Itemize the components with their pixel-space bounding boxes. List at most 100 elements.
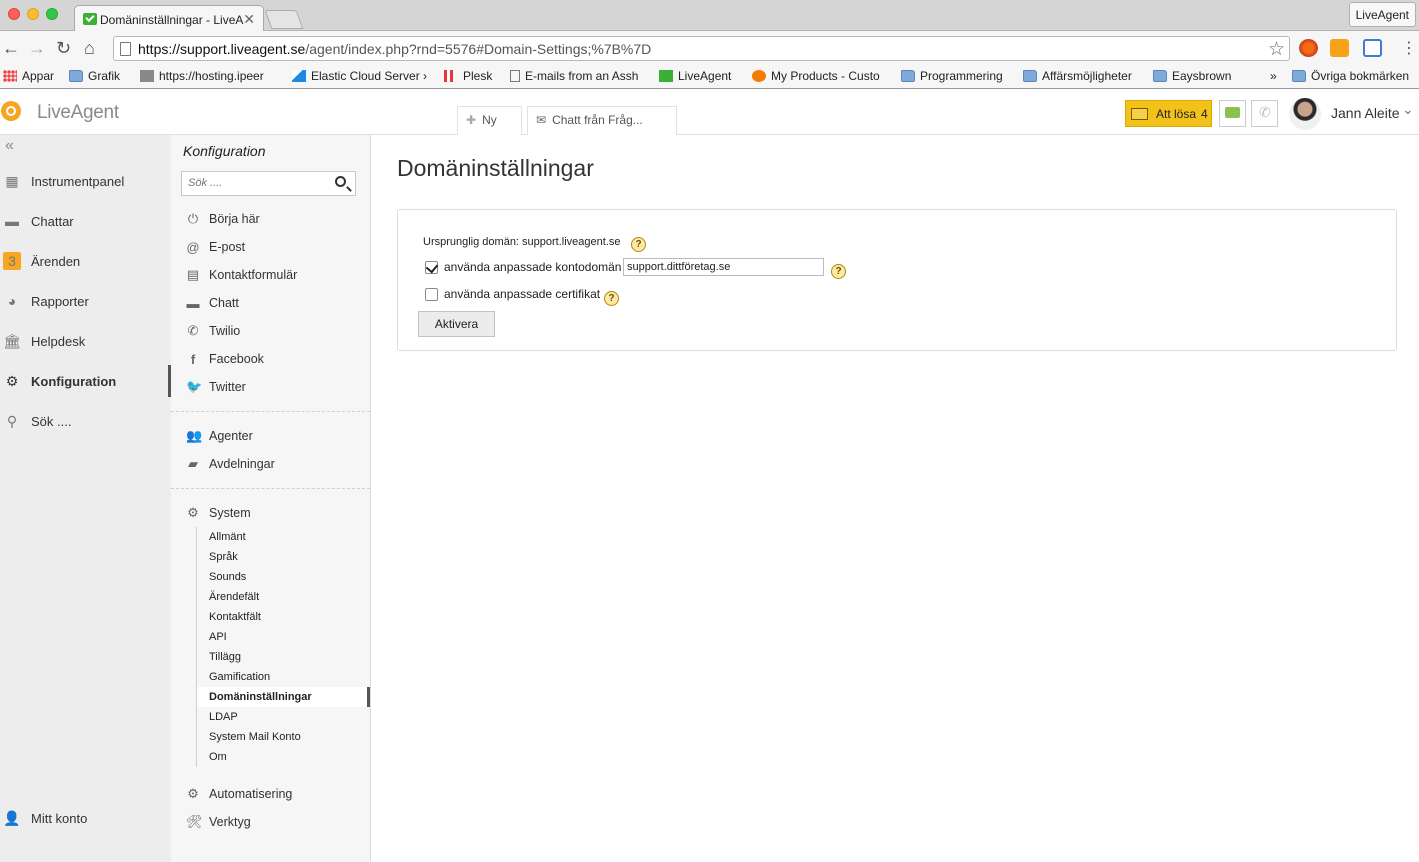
nav-item-configuration[interactable]: ⚙ Konfiguration xyxy=(0,365,171,397)
bookmark-star-icon[interactable]: ☆ xyxy=(1268,38,1285,61)
avatar[interactable] xyxy=(1289,98,1321,130)
facebook-icon: f xyxy=(190,351,196,367)
bookmark-elastic-cloud[interactable]: Elastic Cloud Server › xyxy=(292,69,427,83)
config-item-automation[interactable]: ⚙ Automatisering xyxy=(186,784,292,804)
system-item-ldap[interactable]: LDAP xyxy=(197,707,370,727)
nav-item-my-account[interactable]: 👤 Mitt konto xyxy=(0,806,171,830)
bookmark-programmering[interactable]: Programmering xyxy=(901,69,1003,83)
nav-item-search[interactable]: ⚲ Sök .... xyxy=(0,409,171,433)
close-window-button[interactable] xyxy=(8,8,20,20)
activate-button[interactable]: Aktivera xyxy=(418,311,495,337)
site-icon xyxy=(140,70,154,82)
bookmark-emails[interactable]: E-mails from an Assh xyxy=(510,69,642,83)
apps-grid-icon xyxy=(3,70,17,82)
config-item-email[interactable]: @ E-post xyxy=(186,237,245,257)
chat-status-button[interactable] xyxy=(1219,100,1246,127)
bookmark-grafik[interactable]: Grafik xyxy=(69,69,120,83)
gear-icon: ⚙ xyxy=(187,505,199,520)
back-arrow-icon[interactable]: ← xyxy=(2,38,20,59)
chat-bubble-icon xyxy=(1225,107,1240,118)
system-item-plugins[interactable]: Tillägg xyxy=(197,647,370,667)
config-item-twilio[interactable]: ✆ Twilio xyxy=(186,321,241,341)
bookmark-eaysbrown[interactable]: Eaysbrown xyxy=(1153,69,1231,83)
forward-arrow-icon[interactable]: → xyxy=(28,38,46,59)
config-item-agents[interactable]: 👥 Agenter xyxy=(186,426,253,446)
profile-button[interactable]: LiveAgent xyxy=(1348,2,1416,27)
original-domain-text: Ursprunglig domän: support.liveagent.se xyxy=(423,236,621,248)
nav-item-dashboard[interactable]: ▦ Instrumentpanel xyxy=(0,169,171,193)
chat-tab-button[interactable]: ✉ Chatt från Fråg... xyxy=(527,106,677,135)
user-name[interactable]: Jann Aleite xyxy=(1331,105,1400,121)
nav-item-helpdesk[interactable]: 🏛 Helpdesk xyxy=(0,329,171,353)
config-item-departments[interactable]: ▰ Avdelningar xyxy=(186,454,275,474)
help-icon[interactable]: ? xyxy=(631,237,646,252)
page-title: Domäninställningar xyxy=(397,155,594,181)
config-item-contact-form[interactable]: ▤ Kontaktformulär xyxy=(186,265,297,285)
nav-item-reports[interactable]: ◕ Rapporter xyxy=(0,289,171,313)
config-search-input[interactable] xyxy=(188,172,328,194)
app-header: LiveAgent ✚ Ny ✉ Chatt från Fråg... Att lö… xyxy=(0,90,1419,135)
search-icon[interactable] xyxy=(335,176,346,187)
config-item-chat[interactable]: ▬ Chatt xyxy=(186,293,239,313)
home-icon[interactable]: ⌂ xyxy=(84,38,95,59)
system-item-domain-settings[interactable]: Domäninställningar xyxy=(197,687,370,707)
liveagent-icon xyxy=(659,70,673,82)
bookmark-apps[interactable]: Appar xyxy=(3,69,54,83)
divider xyxy=(171,488,370,489)
new-button[interactable]: ✚ Ny xyxy=(457,106,522,135)
address-bar[interactable]: https://support.liveagent.se/agent/index… xyxy=(113,36,1290,61)
liveagent-logo-icon[interactable] xyxy=(0,99,30,125)
reload-icon[interactable]: ↻ xyxy=(56,38,71,59)
custom-domain-checkbox[interactable] xyxy=(425,260,438,274)
bookmark-affarsmojligheter[interactable]: Affärsmöjligheter xyxy=(1023,69,1132,83)
bookmark-liveagent[interactable]: LiveAgent xyxy=(659,69,731,83)
config-item-tools[interactable]: 🛠 Verktyg xyxy=(186,812,251,832)
system-item-language[interactable]: Språk xyxy=(197,547,370,567)
tab-close-icon[interactable]: ✕ xyxy=(243,11,255,28)
system-item-gamification[interactable]: Gamification xyxy=(197,667,370,687)
tickets-badge: 3 xyxy=(3,252,21,270)
nav-item-chats[interactable]: ▬ Chattar xyxy=(0,209,171,233)
nav-item-tickets[interactable]: 3 Ärenden xyxy=(0,249,171,273)
twitter-icon: 🐦 xyxy=(186,379,203,394)
pie-chart-icon: ◕ xyxy=(7,293,17,309)
system-item-contact-fields[interactable]: Kontaktfält xyxy=(197,607,370,627)
tab-extension-icon[interactable] xyxy=(1363,39,1382,57)
dashboard-icon: ▦ xyxy=(5,172,19,189)
domain-settings-card: Ursprunglig domän: support.liveagent.se … xyxy=(397,209,1397,351)
system-item-sounds[interactable]: Sounds xyxy=(197,567,370,587)
bookmark-plesk[interactable]: Plesk xyxy=(444,69,492,83)
system-submenu: Allmänt Språk Sounds Ärendefält Kontaktf… xyxy=(196,527,370,767)
envelope-icon xyxy=(1131,107,1148,120)
todo-button[interactable]: Att lösa 4 xyxy=(1125,100,1212,127)
bookmark-other[interactable]: Övriga bokmärken xyxy=(1292,69,1409,83)
system-item-api[interactable]: API xyxy=(197,627,370,647)
config-item-start[interactable]: ⏻ Börja här xyxy=(186,209,260,229)
collapse-sidebar-icon[interactable]: « xyxy=(5,137,14,155)
analytics-extension-icon[interactable] xyxy=(1330,39,1349,57)
bookmark-my-products[interactable]: My Products - Custo xyxy=(752,69,887,83)
system-item-about[interactable]: Om xyxy=(197,747,370,767)
bookmarks-overflow[interactable]: » xyxy=(1270,69,1277,83)
config-item-twitter[interactable]: 🐦 Twitter xyxy=(186,377,246,397)
browser-tab[interactable]: Domäninställningar - LiveA ✕ xyxy=(74,5,264,32)
zoom-window-button[interactable] xyxy=(46,8,58,20)
system-item-ticket-fields[interactable]: Ärendefält xyxy=(197,587,370,607)
chevron-down-icon[interactable]: ⌄ xyxy=(1402,101,1414,118)
phone-status-button[interactable]: ✆ xyxy=(1251,100,1278,127)
config-item-system[interactable]: ⚙ System xyxy=(186,503,251,523)
menu-dots-icon[interactable]: ⋮ xyxy=(1401,38,1417,58)
config-item-facebook[interactable]: f Facebook xyxy=(186,349,264,369)
help-icon[interactable]: ? xyxy=(831,264,846,279)
left-navigation: « ▦ Instrumentpanel ▬ Chattar 3 Ärenden ◕ Ra… xyxy=(0,135,171,862)
new-tab-button[interactable] xyxy=(264,10,304,29)
help-icon[interactable]: ? xyxy=(604,291,619,306)
firefox-extension-icon[interactable] xyxy=(1299,39,1318,57)
products-icon xyxy=(752,70,766,82)
bookmark-hosting[interactable]: https://hosting.ipeer xyxy=(140,69,275,83)
minimize-window-button[interactable] xyxy=(27,8,39,20)
custom-cert-checkbox[interactable] xyxy=(425,287,438,301)
custom-domain-input[interactable] xyxy=(623,258,824,276)
system-item-mail-account[interactable]: System Mail Konto xyxy=(197,727,370,747)
system-item-general[interactable]: Allmänt xyxy=(197,527,370,547)
